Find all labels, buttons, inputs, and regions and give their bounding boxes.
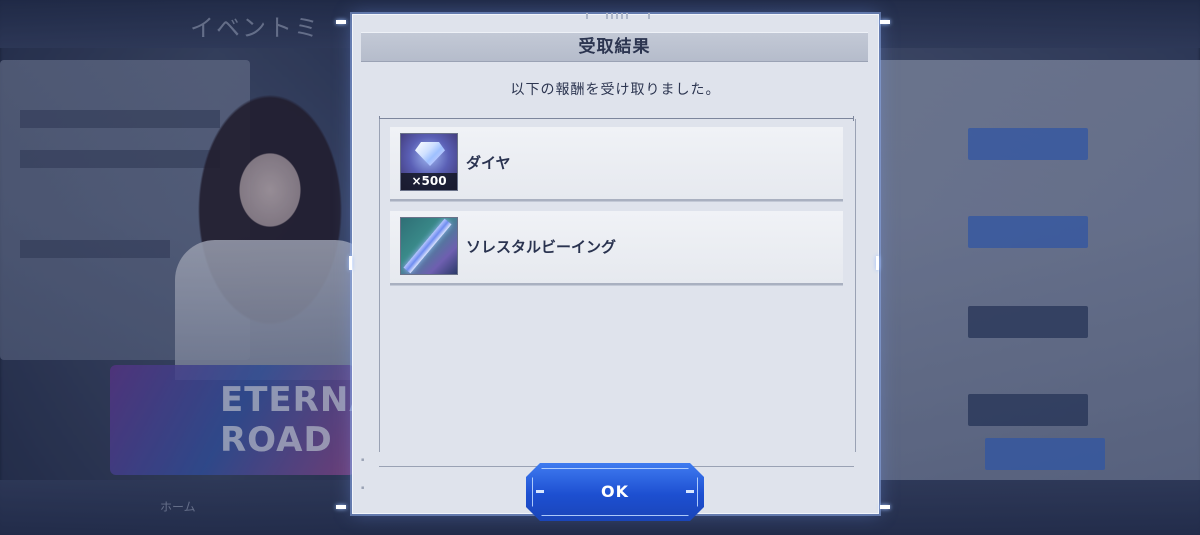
item-quantity-badge: ×500 xyxy=(401,173,457,190)
reward-list[interactable]: ×500 ダイヤ ソレスタルビーイング xyxy=(379,119,856,452)
diamond-icon: ×500 xyxy=(400,133,458,191)
reward-result-dialog: 受取結果 以下の報酬を受け取りました。 ×500 ダイヤ ソレスタルビーイング … xyxy=(352,13,879,514)
frame-detail: ▪ xyxy=(361,485,365,491)
frame-corner xyxy=(336,505,346,509)
reward-item-diamond: ×500 ダイヤ xyxy=(390,127,843,201)
item-name: ダイヤ xyxy=(466,154,511,172)
dialog-title: 受取結果 xyxy=(578,37,651,57)
ok-button-label: OK xyxy=(601,482,629,501)
celestial-being-item-icon xyxy=(400,217,458,275)
frame-side-tick xyxy=(349,256,352,270)
frame-detail: ▪ xyxy=(361,457,365,463)
ok-button[interactable]: OK xyxy=(526,463,704,521)
frame-corner xyxy=(880,20,890,24)
dialog-message: 以下の報酬を受け取りました。 xyxy=(510,82,721,98)
dialog-header: 受取結果 xyxy=(361,32,868,62)
dialog-top-notch xyxy=(586,13,650,19)
frame-side-tick xyxy=(876,256,879,270)
frame-corner xyxy=(336,20,346,24)
frame-corner xyxy=(880,505,890,509)
item-name: ソレスタルビーイング xyxy=(466,238,617,256)
reward-item-celestial-being: ソレスタルビーイング xyxy=(390,211,843,285)
